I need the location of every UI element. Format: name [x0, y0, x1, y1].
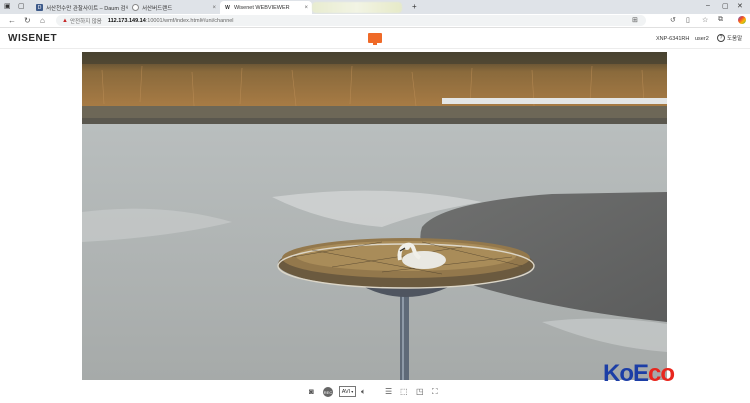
window-menu-icon[interactable]: ▣: [4, 2, 11, 10]
user-name[interactable]: user2: [695, 36, 709, 42]
wisenet-logo: WISENET: [8, 33, 58, 44]
help-icon: ?: [717, 34, 725, 42]
format-select-value: AVI: [341, 388, 351, 395]
tab-daum-search[interactable]: D 서산천수만 관찰사이트 – Daum 검색 ×: [32, 1, 128, 14]
url-path: :10001/wmf/index.html#/uni/channel: [145, 17, 234, 24]
format-select[interactable]: AVI ▾: [339, 386, 356, 397]
tab-label: 서산버드랜드: [142, 5, 173, 12]
tab-birdland[interactable]: 서산버드랜드 ×: [128, 1, 220, 14]
collections-icon[interactable]: ⧉: [718, 16, 723, 24]
split-screen-icon[interactable]: ▯: [686, 16, 690, 24]
globe-icon: [132, 4, 139, 11]
new-tab-button[interactable]: +: [412, 2, 417, 11]
tab-label: Wisenet WEBVIEWER: [234, 4, 290, 11]
fullscreen-icon[interactable]: ⛶: [432, 387, 438, 397]
record-icon[interactable]: REC: [323, 387, 333, 397]
minimize-icon[interactable]: –: [706, 2, 710, 9]
original-size-icon[interactable]: ◳: [416, 387, 424, 396]
camera-model: XNP-6341RH: [656, 36, 690, 42]
url-field[interactable]: ▲ 안전하지 않음 112.173.149.14 :10001/wmf/inde…: [56, 15, 646, 26]
koeco-logo: KoEco: [603, 360, 675, 388]
chevron-down-icon: ▾: [351, 389, 354, 394]
help-button[interactable]: ? 도움말: [717, 34, 742, 42]
home-icon[interactable]: ⌂: [40, 16, 45, 25]
warning-icon: ▲: [62, 17, 68, 24]
translate-icon[interactable]: ⊞: [632, 16, 638, 24]
close-tab-icon[interactable]: ×: [208, 5, 216, 11]
capture-icon[interactable]: ◙: [309, 387, 314, 396]
tab-wisenet[interactable]: W Wisenet WEBVIEWER ×: [220, 1, 312, 14]
live-video-frame[interactable]: [82, 52, 667, 380]
back-icon[interactable]: ←: [8, 16, 16, 25]
wisenet-favicon-icon: W: [224, 4, 231, 11]
live-monitor-icon[interactable]: [368, 33, 382, 45]
swan-nest-scene: [82, 52, 667, 380]
fit-screen-icon[interactable]: ⬚: [400, 387, 408, 396]
logo-part-right: co: [648, 360, 675, 387]
blurred-tab[interactable]: [312, 2, 402, 13]
logo-part-left: KoE: [603, 360, 649, 387]
close-tab-icon[interactable]: ×: [300, 5, 308, 11]
close-window-icon[interactable]: ✕: [737, 2, 743, 10]
help-label: 도움말: [727, 36, 743, 42]
reload-icon[interactable]: ↻: [24, 16, 31, 25]
refresh-ext-icon[interactable]: ↺: [670, 16, 676, 24]
security-status[interactable]: 안전하지 않음: [70, 17, 102, 25]
maximize-icon[interactable]: ▢: [722, 2, 729, 10]
url-host: 112.173.149.14: [107, 17, 146, 24]
profile-avatar[interactable]: [738, 16, 746, 24]
settings-list-icon[interactable]: ☰: [385, 387, 392, 396]
daum-favicon-icon: D: [36, 4, 43, 11]
tab-label: 서산천수만 관찰사이트 – Daum 검색: [46, 5, 128, 12]
tab-actions-icon[interactable]: ▢: [18, 2, 25, 10]
favorites-icon[interactable]: ☆: [702, 16, 708, 24]
audio-icon[interactable]: 🔈︎: [361, 387, 366, 397]
